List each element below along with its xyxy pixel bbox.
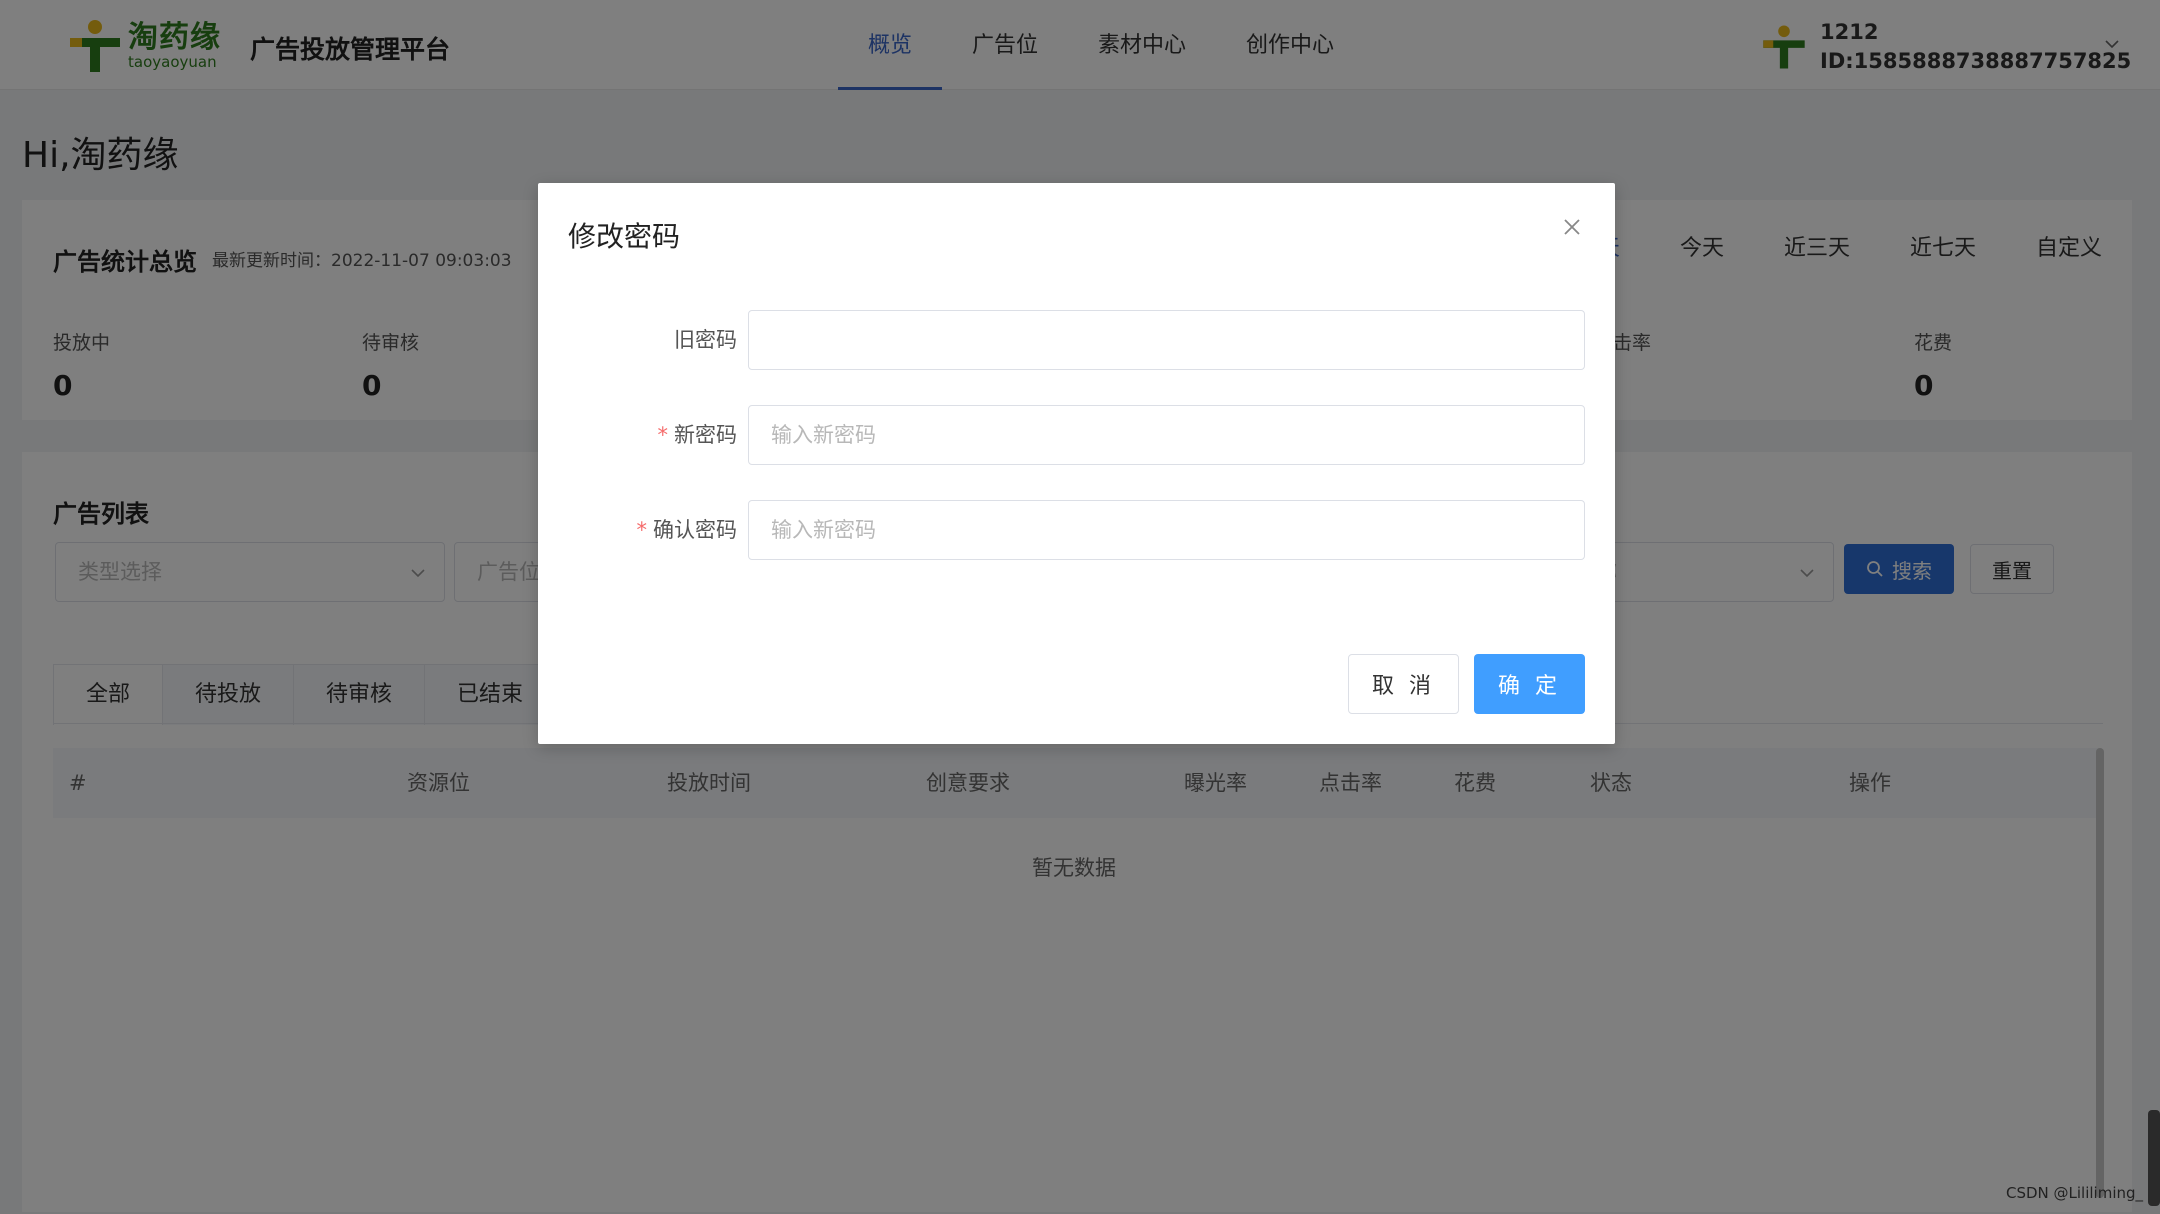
confirm-password-label: * 确认密码 (636, 518, 738, 542)
form-row-confirm-password: * 确认密码 (538, 500, 1615, 560)
cancel-button[interactable]: 取 消 (1348, 654, 1459, 714)
form-row-new-password: * 新密码 (538, 405, 1615, 465)
old-password-input[interactable] (748, 310, 1585, 370)
required-mark: * (657, 423, 669, 447)
required-mark: * (636, 518, 648, 542)
confirm-password-input[interactable] (748, 500, 1585, 560)
new-password-label: * 新密码 (657, 423, 738, 447)
dialog-title: 修改密码 (568, 220, 681, 253)
old-password-label: 旧密码 (674, 328, 737, 352)
form-row-old-password: 旧密码 (538, 310, 1615, 370)
change-password-dialog: 修改密码 旧密码 * 新密码 * 确认密码 取 消 确 定 (538, 183, 1615, 744)
new-password-input[interactable] (748, 405, 1585, 465)
confirm-button[interactable]: 确 定 (1474, 654, 1585, 714)
close-icon[interactable] (1561, 216, 1583, 238)
